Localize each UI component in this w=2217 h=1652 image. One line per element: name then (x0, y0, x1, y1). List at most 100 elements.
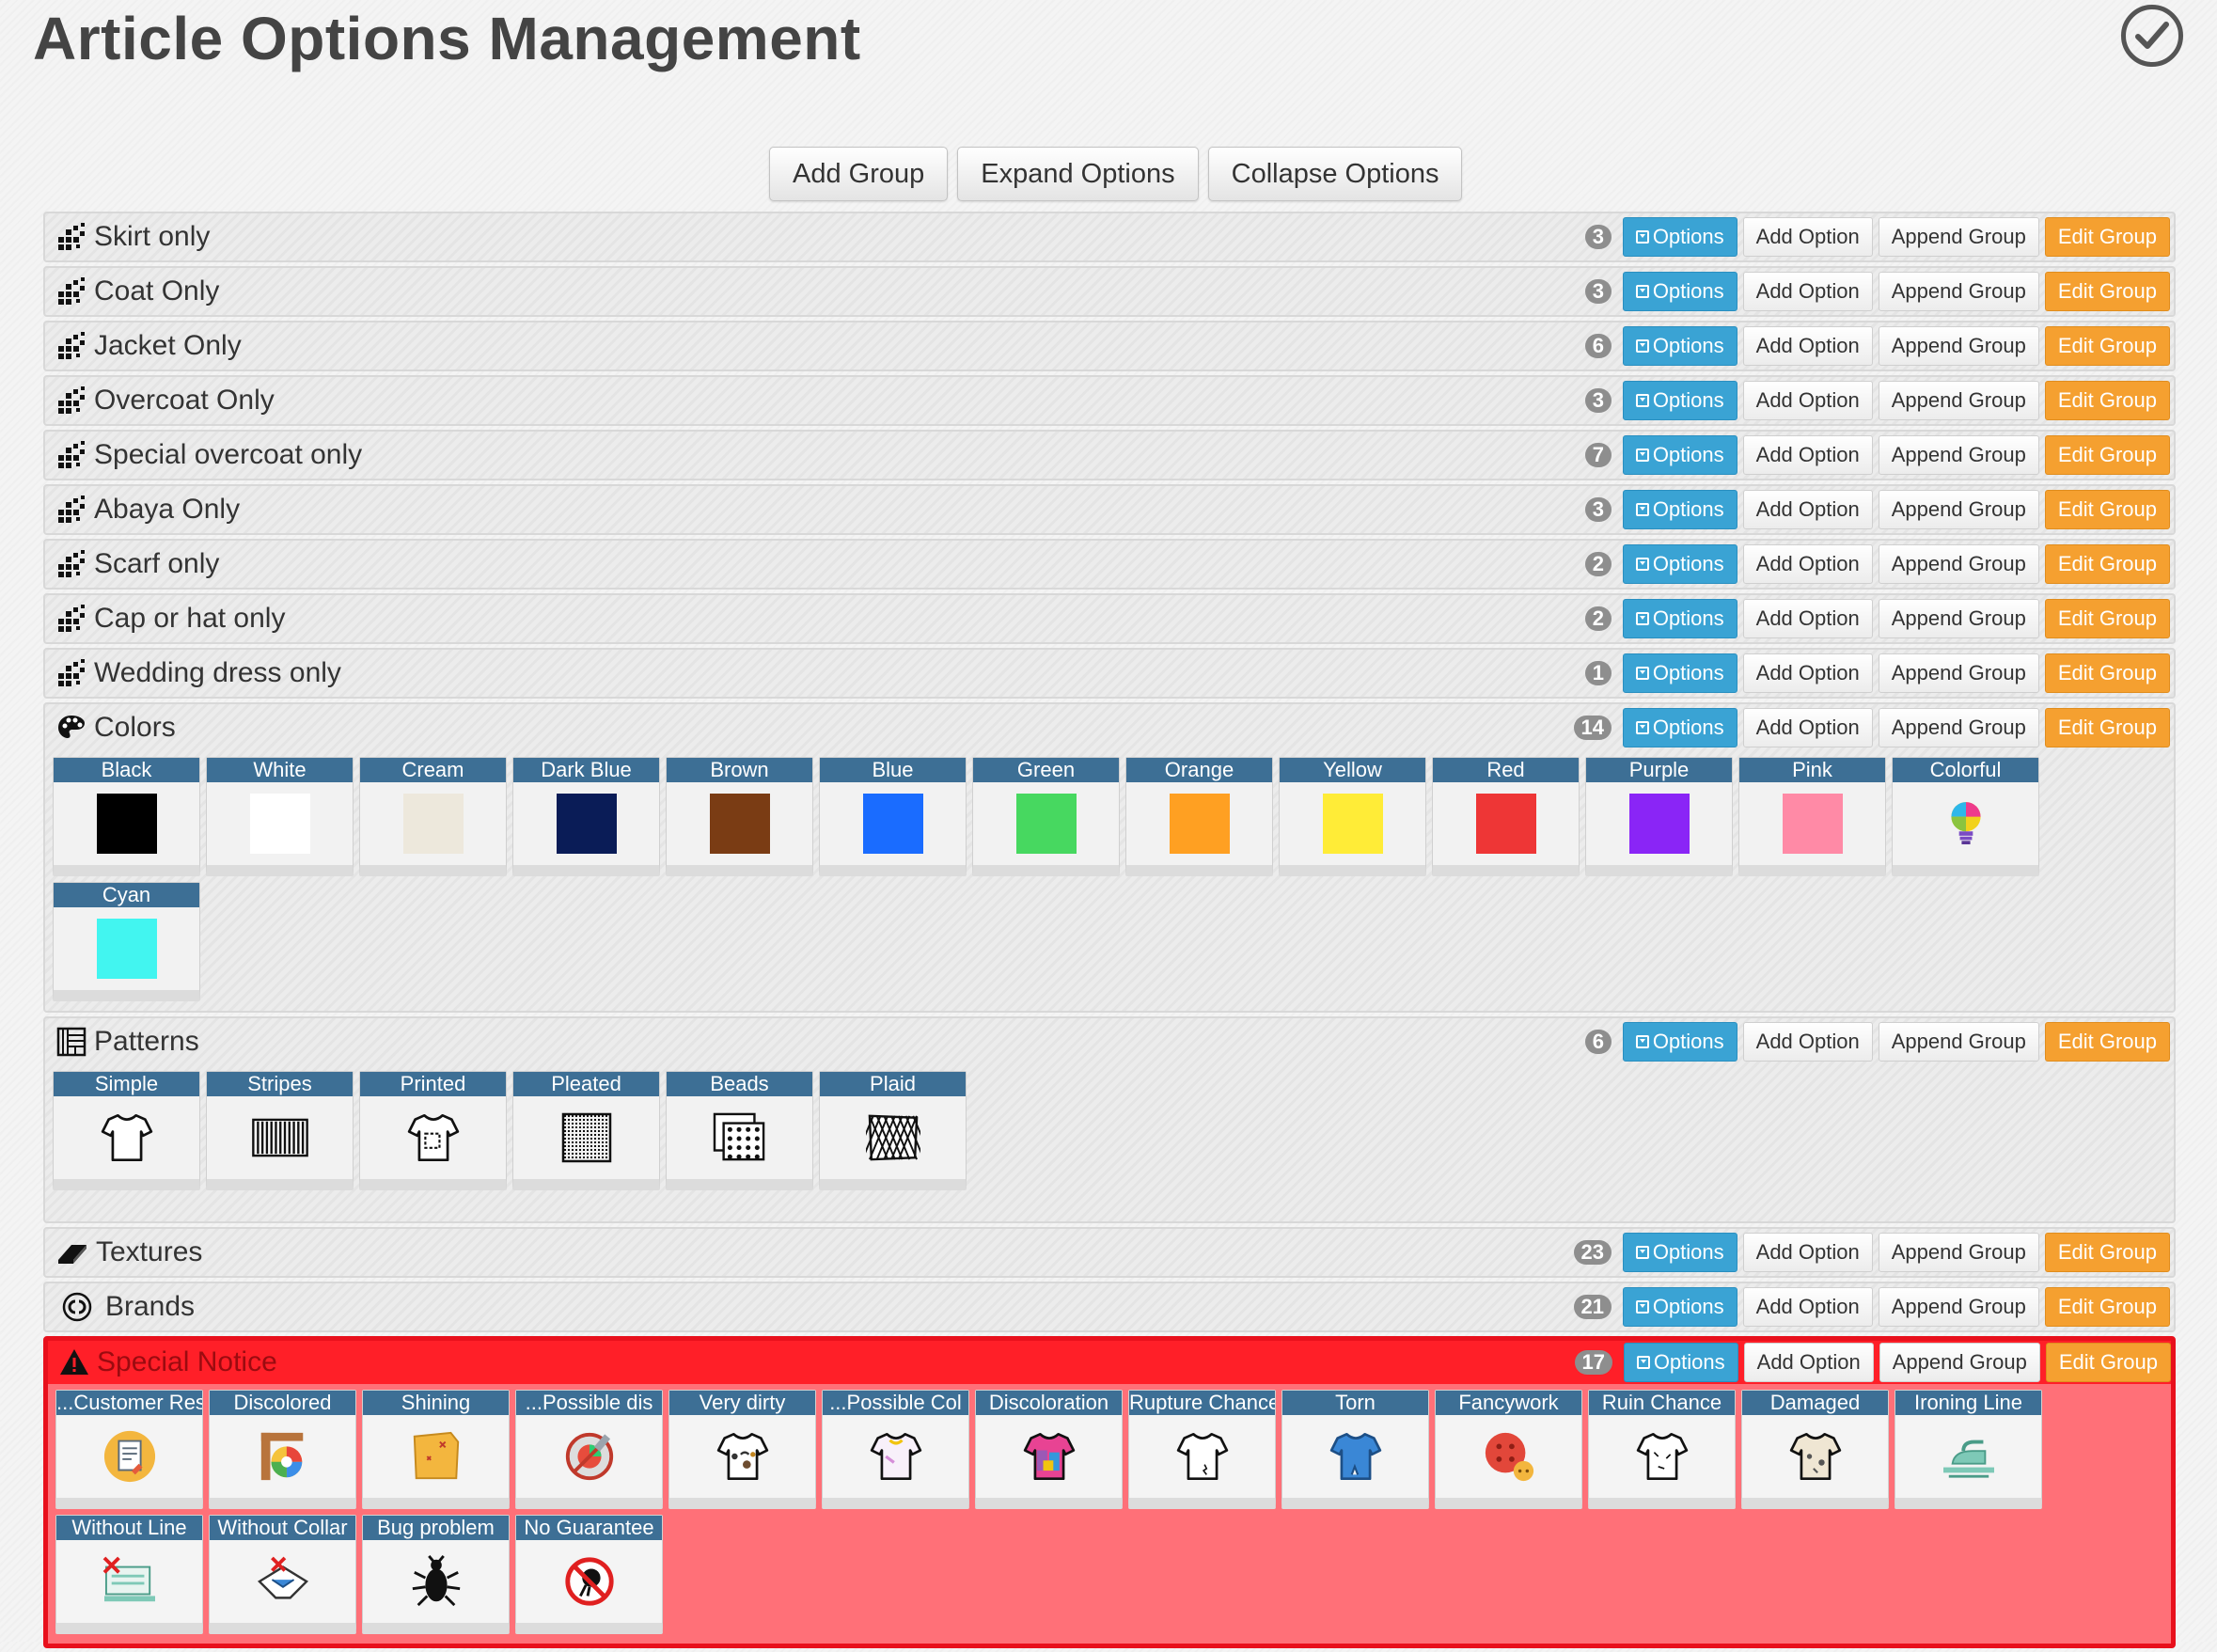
option-card-no-guarantee[interactable]: No Guarantee (515, 1515, 663, 1634)
append-group-button[interactable]: Append Group (1878, 490, 2039, 529)
group-header[interactable]: Textures 23 Options Add Option Append Group E… (45, 1229, 2174, 1276)
group-header[interactable]: Coat Only 3 Options Add Option Append Group E… (45, 268, 2174, 315)
option-card-brown[interactable]: Brown (666, 757, 813, 876)
add-option-button[interactable]: Add Option (1742, 490, 1873, 529)
add-option-button[interactable]: Add Option (1742, 653, 1873, 693)
option-card-torn[interactable]: Torn (1281, 1390, 1429, 1509)
group-header[interactable]: Special Notice 17 Options Add Option Append … (48, 1341, 2171, 1384)
append-group-button[interactable]: Append Group (1878, 708, 2039, 747)
group-header[interactable]: Special overcoat only 7 Options Add Option A… (45, 432, 2174, 479)
option-card-white[interactable]: White (206, 757, 354, 876)
group-header[interactable]: Scarf only 2 Options Add Option Append Group… (45, 541, 2174, 588)
options-toggle-button[interactable]: Options (1622, 708, 1737, 747)
options-toggle-button[interactable]: Options (1622, 490, 1737, 529)
options-toggle-button[interactable]: Options (1622, 1233, 1737, 1272)
collapse-options-button[interactable]: Collapse Options (1207, 147, 1463, 201)
edit-group-button[interactable]: Edit Group (2044, 1287, 2170, 1327)
add-option-button[interactable]: Add Option (1742, 1287, 1873, 1327)
add-option-button[interactable]: Add Option (1742, 217, 1873, 257)
edit-group-button[interactable]: Edit Group (2044, 1022, 2170, 1062)
append-group-button[interactable]: Append Group (1879, 1343, 2040, 1382)
append-group-button[interactable]: Append Group (1878, 272, 2039, 311)
edit-group-button[interactable]: Edit Group (2044, 435, 2170, 475)
edit-group-button[interactable]: Edit Group (2044, 653, 2170, 693)
option-card-shining[interactable]: Shining (362, 1390, 510, 1509)
add-option-button[interactable]: Add Option (1742, 1022, 1873, 1062)
options-toggle-button[interactable]: Options (1622, 599, 1737, 638)
option-card-pleated[interactable]: Pleated (512, 1071, 660, 1190)
option-card-dark-blue[interactable]: Dark Blue (512, 757, 660, 876)
edit-group-button[interactable]: Edit Group (2044, 217, 2170, 257)
append-group-button[interactable]: Append Group (1878, 1287, 2039, 1327)
option-card-plaid[interactable]: Plaid (819, 1071, 967, 1190)
option-card-ruin-chance[interactable]: Ruin Chance (1588, 1390, 1736, 1509)
options-toggle-button[interactable]: Options (1622, 217, 1737, 257)
check-circle-icon[interactable] (2121, 5, 2183, 67)
add-option-button[interactable]: Add Option (1742, 326, 1873, 366)
add-option-button[interactable]: Add Option (1742, 381, 1873, 420)
option-card-green[interactable]: Green (972, 757, 1120, 876)
edit-group-button[interactable]: Edit Group (2044, 1233, 2170, 1272)
option-card-beads[interactable]: Beads (666, 1071, 813, 1190)
append-group-button[interactable]: Append Group (1878, 326, 2039, 366)
group-header[interactable]: Colors 14 Options Add Option Append Group Edi… (45, 704, 2174, 751)
options-toggle-button[interactable]: Options (1622, 1287, 1737, 1327)
add-option-button[interactable]: Add Option (1742, 599, 1873, 638)
add-option-button[interactable]: Add Option (1742, 708, 1873, 747)
option-card-blue[interactable]: Blue (819, 757, 967, 876)
option-card-fancywork[interactable]: Fancywork (1435, 1390, 1582, 1509)
options-toggle-button[interactable]: Options (1623, 1343, 1738, 1382)
option-card-without-line[interactable]: Without Line (55, 1515, 203, 1634)
append-group-button[interactable]: Append Group (1878, 435, 2039, 475)
add-option-button[interactable]: Add Option (1742, 272, 1873, 311)
option-card-damaged[interactable]: Damaged (1741, 1390, 1889, 1509)
option-card-red[interactable]: Red (1432, 757, 1580, 876)
option-card-stripes[interactable]: Stripes (206, 1071, 354, 1190)
add-option-button[interactable]: Add Option (1742, 435, 1873, 475)
option-card-very-dirty[interactable]: Very dirty (668, 1390, 816, 1509)
group-header[interactable]: Brands 21 Options Add Option Append Group Edi… (45, 1283, 2174, 1330)
group-header[interactable]: Patterns 6 Options Add Option Append Group Ed… (45, 1018, 2174, 1065)
edit-group-button[interactable]: Edit Group (2044, 544, 2170, 584)
option-card-customer-res[interactable]: ...Customer Res (55, 1390, 203, 1509)
append-group-button[interactable]: Append Group (1878, 653, 2039, 693)
edit-group-button[interactable]: Edit Group (2045, 1343, 2171, 1382)
options-toggle-button[interactable]: Options (1622, 544, 1737, 584)
option-card-colorful[interactable]: Colorful (1892, 757, 2039, 876)
edit-group-button[interactable]: Edit Group (2044, 272, 2170, 311)
edit-group-button[interactable]: Edit Group (2044, 708, 2170, 747)
option-card-printed[interactable]: Printed (359, 1071, 507, 1190)
option-card-discoloration[interactable]: Discoloration (975, 1390, 1123, 1509)
edit-group-button[interactable]: Edit Group (2044, 326, 2170, 366)
add-group-button[interactable]: Add Group (769, 147, 949, 201)
group-header[interactable]: Jacket Only 6 Options Add Option Append Grou… (45, 323, 2174, 370)
append-group-button[interactable]: Append Group (1878, 1233, 2039, 1272)
option-card-yellow[interactable]: Yellow (1279, 757, 1426, 876)
append-group-button[interactable]: Append Group (1878, 544, 2039, 584)
options-toggle-button[interactable]: Options (1622, 381, 1737, 420)
option-card-simple[interactable]: Simple (53, 1071, 200, 1190)
option-card-cyan[interactable]: Cyan (53, 882, 200, 1001)
group-header[interactable]: Overcoat Only 3 Options Add Option Append Gr… (45, 377, 2174, 424)
option-card-rupture-chance[interactable]: Rupture Chance (1128, 1390, 1276, 1509)
options-toggle-button[interactable]: Options (1622, 1022, 1737, 1062)
option-card-possible-col[interactable]: ...Possible Col (822, 1390, 969, 1509)
option-card-pink[interactable]: Pink (1738, 757, 1886, 876)
options-toggle-button[interactable]: Options (1622, 435, 1737, 475)
options-toggle-button[interactable]: Options (1622, 272, 1737, 311)
add-option-button[interactable]: Add Option (1742, 1233, 1873, 1272)
option-card-discolored[interactable]: Discolored (209, 1390, 356, 1509)
group-header[interactable]: Wedding dress only 1 Options Add Option Appe… (45, 650, 2174, 697)
option-card-cream[interactable]: Cream (359, 757, 507, 876)
append-group-button[interactable]: Append Group (1878, 1022, 2039, 1062)
options-toggle-button[interactable]: Options (1622, 653, 1737, 693)
group-header[interactable]: Cap or hat only 2 Options Add Option Append … (45, 595, 2174, 642)
append-group-button[interactable]: Append Group (1878, 381, 2039, 420)
option-card-black[interactable]: Black (53, 757, 200, 876)
edit-group-button[interactable]: Edit Group (2044, 490, 2170, 529)
option-card-ironing-line[interactable]: Ironing Line (1895, 1390, 2042, 1509)
option-card-without-collar[interactable]: Without Collar (209, 1515, 356, 1634)
add-option-button[interactable]: Add Option (1742, 544, 1873, 584)
edit-group-button[interactable]: Edit Group (2044, 599, 2170, 638)
group-header[interactable]: Abaya Only 3 Options Add Option Append Group… (45, 486, 2174, 533)
